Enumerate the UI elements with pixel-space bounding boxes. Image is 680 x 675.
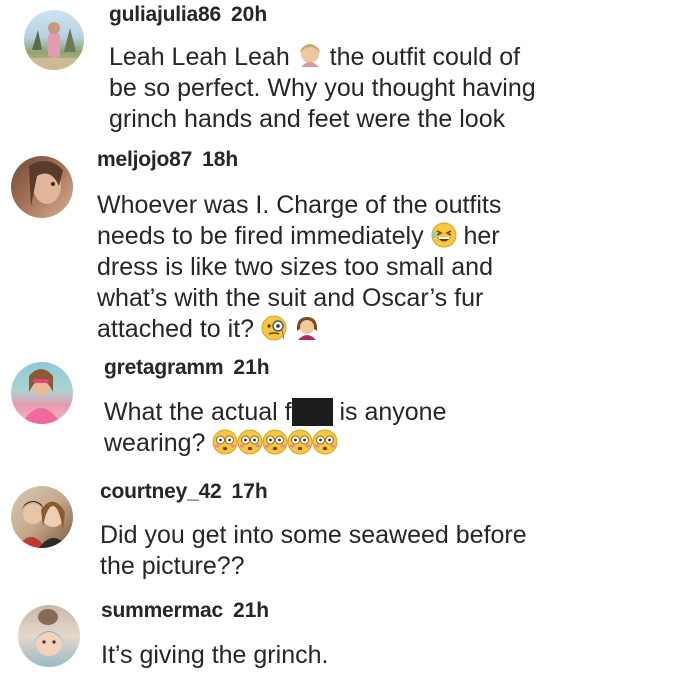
comment-text: Leah Leah Leah the outfit could of be so… <box>109 42 669 135</box>
woman-portrait-icon <box>29 160 63 206</box>
text-span <box>287 315 294 343</box>
grinning-squinting-emoji-icon <box>431 222 457 248</box>
flushed-face-emoji-icon <box>212 429 238 455</box>
comment-username[interactable]: courtney_42 <box>100 480 222 503</box>
face-with-monocle-emoji-icon <box>261 315 287 341</box>
flushed-face-emoji-icon <box>262 429 288 455</box>
person-facepalming-emoji-icon <box>296 317 318 340</box>
comment-line: dress is like two sizes too small and <box>97 253 493 281</box>
text-span: the outfit could of <box>322 43 521 71</box>
avatar[interactable] <box>18 605 80 667</box>
baby-photo-icon <box>32 609 66 656</box>
text-span: needs to be fired immediately <box>97 222 431 250</box>
avatar[interactable] <box>11 156 73 218</box>
comment-timestamp: 20h <box>230 3 268 26</box>
text-span: attached to it? <box>97 315 262 343</box>
text-span: wearing? <box>104 429 213 457</box>
flushed-face-emoji-icon <box>287 429 313 455</box>
comment-username[interactable]: meljojo87 <box>97 148 192 171</box>
comment-line: wearing? <box>104 428 664 459</box>
text-span: is anyone <box>332 398 447 426</box>
text-span: Leah Leah Leah <box>109 43 297 71</box>
comment-line: the picture?? <box>100 552 245 580</box>
comment-line: What the actual fuck is anyone <box>104 397 664 428</box>
beach-photo-icon <box>24 22 84 70</box>
comment-line: Leah Leah Leah the outfit could of <box>109 42 669 73</box>
comment-timestamp: 21h <box>233 356 270 379</box>
comment-username[interactable]: gretagramm <box>104 356 224 379</box>
comment-text: What the actual fuck is anyone wearing? <box>104 397 664 459</box>
flushed-face-emoji-icon <box>237 429 263 455</box>
text-span: her <box>456 222 500 250</box>
avatar[interactable] <box>11 486 73 548</box>
avatar[interactable] <box>11 362 73 424</box>
comment-timestamp: 21h <box>232 599 270 622</box>
comment-line: what’s with the suit and Oscar’s fur <box>97 284 484 312</box>
comment-line: be so perfect. Why you thought having <box>109 74 536 102</box>
comment-username[interactable]: summermac <box>101 599 223 622</box>
comment-text: It’s giving the grinch. <box>101 640 661 671</box>
text-span: What the actual f <box>104 398 292 426</box>
censor-block: uck <box>291 398 333 426</box>
flushed-face-emoji-icon <box>312 429 338 455</box>
comment-line: Did you get into some seaweed before <box>100 521 527 549</box>
comment-text: Did you get into some seaweed before the… <box>100 520 660 582</box>
comment-line: grinch hands and feet were the look <box>109 105 506 133</box>
family-selfie-icon <box>17 501 69 548</box>
comment-line: needs to be fired immediately her <box>97 221 657 252</box>
comment-username[interactable]: guliajulia86 <box>109 3 221 26</box>
pink-shirt-icon <box>21 369 61 424</box>
person-facepalming-emoji-icon <box>299 44 320 67</box>
comment-line: Whoever was I. Charge of the outfits <box>97 191 502 219</box>
comment-timestamp: 18h <box>202 148 239 171</box>
comment-timestamp: 17h <box>231 480 268 503</box>
comment-line: attached to it? <box>97 314 657 345</box>
comment-text: Whoever was I. Charge of the outfits nee… <box>97 190 657 345</box>
avatar[interactable] <box>24 10 84 70</box>
emoji-row <box>212 429 338 457</box>
comment-line: It’s giving the grinch. <box>101 641 329 669</box>
